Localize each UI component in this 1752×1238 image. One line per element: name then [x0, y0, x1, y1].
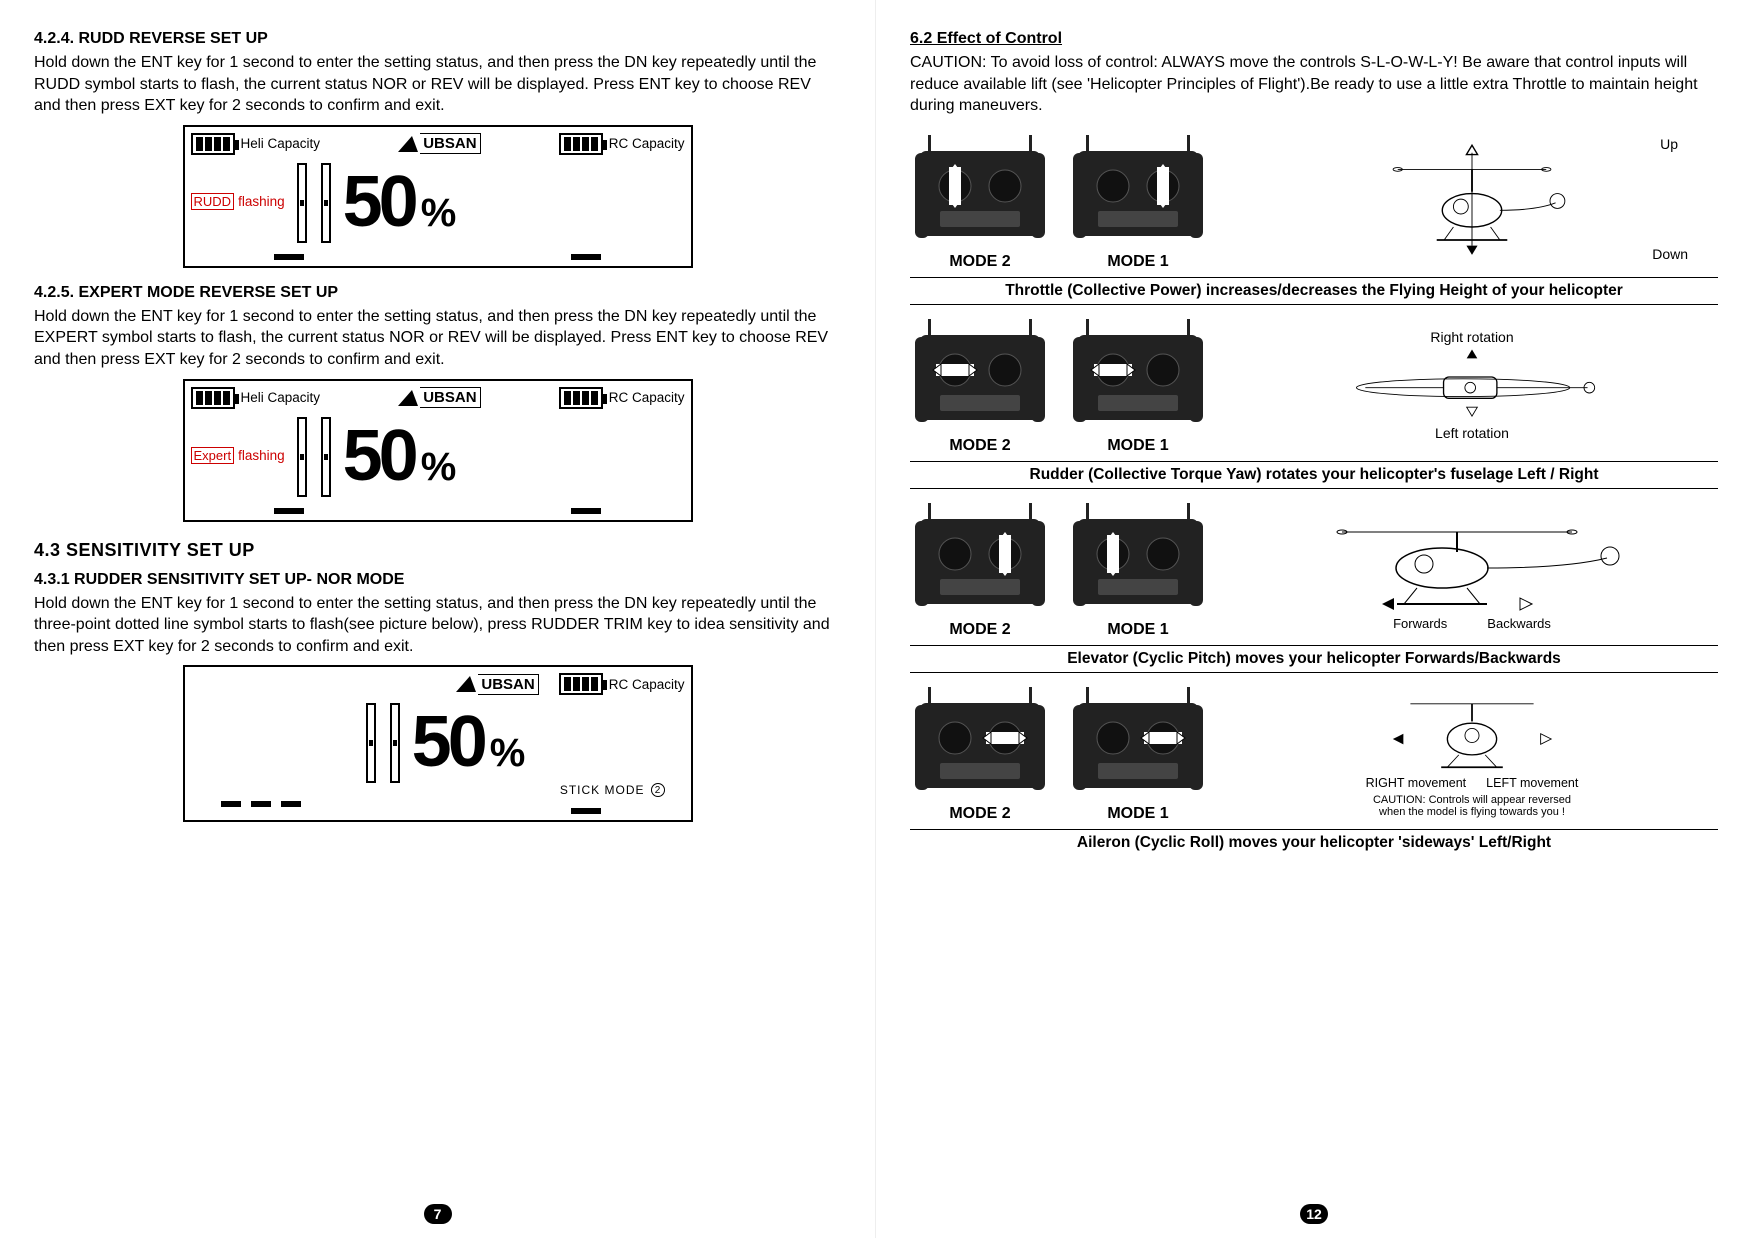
- page-12: 6.2 Effect of Control CAUTION: To avoid …: [876, 0, 1752, 1238]
- lcd-sensitivity: UBSAN RC Capacity 50% STICK MODE 2: [183, 665, 693, 822]
- heli-elevator-diagram: Forwards Backwards: [1226, 506, 1718, 631]
- rudder-block: MODE 2 MODE 1 Right rotation Left: [910, 311, 1718, 489]
- body-424: Hold down the ENT key for 1 second to en…: [34, 52, 841, 117]
- expert-tag: Expert: [191, 447, 235, 464]
- body-431: Hold down the ENT key for 1 second to en…: [34, 593, 841, 658]
- flashing-label: flashing: [238, 194, 285, 209]
- rc-capacity-label: RC Capacity: [609, 390, 685, 405]
- down-label: Down: [1652, 246, 1688, 262]
- right-rotation-label: Right rotation: [1430, 329, 1513, 345]
- stick-indicator: [297, 417, 331, 497]
- heading-424: 4.2.4. RUDD REVERSE SET UP: [34, 30, 841, 48]
- brand-logo: UBSAN: [398, 387, 480, 408]
- rc-capacity-label: RC Capacity: [609, 677, 685, 692]
- heading-425: 4.2.5. EXPERT MODE REVERSE SET UP: [34, 284, 841, 302]
- caution-text: CAUTION: To avoid loss of control: ALWAY…: [910, 52, 1718, 117]
- left-rotation-label: Left rotation: [1435, 425, 1509, 441]
- stick-mode-num: 2: [651, 783, 665, 797]
- up-label: Up: [1660, 136, 1678, 152]
- brand-logo: UBSAN: [398, 133, 480, 154]
- remote-mode2: MODE 2: [910, 683, 1050, 823]
- battery-icon: [559, 133, 603, 155]
- left-movement-label: LEFT movement: [1486, 776, 1578, 790]
- value-display: 50%: [412, 701, 522, 783]
- throttle-caption: Throttle (Collective Power) increases/de…: [910, 277, 1718, 305]
- heading-62: 6.2 Effect of Control: [910, 30, 1718, 48]
- rudd-tag: RUDD: [191, 193, 235, 210]
- aileron-block: MODE 2 MODE 1 RIGHT movement: [910, 679, 1718, 856]
- body-425: Hold down the ENT key for 1 second to en…: [34, 306, 841, 371]
- flashing-label: flashing: [238, 448, 285, 463]
- heli-throttle-diagram: Up Down: [1226, 136, 1718, 266]
- elevator-block: MODE 2 MODE 1: [910, 495, 1718, 673]
- remote-mode2: MODE 2: [910, 315, 1050, 455]
- rudder-caption: Rudder (Collective Torque Yaw) rotates y…: [910, 461, 1718, 489]
- aileron-caption: Aileron (Cyclic Roll) moves your helicop…: [910, 829, 1718, 856]
- remote-mode1: MODE 1: [1068, 131, 1208, 271]
- remote-mode2: MODE 2: [910, 499, 1050, 639]
- elevator-caption: Elevator (Cyclic Pitch) moves your helic…: [910, 645, 1718, 673]
- remote-mode1: MODE 1: [1068, 683, 1208, 823]
- heli-rudder-diagram: Right rotation Left rotation: [1226, 329, 1718, 441]
- forwards-label: Forwards: [1393, 616, 1447, 631]
- page-number: 12: [1300, 1204, 1328, 1224]
- remote-mode1: MODE 1: [1068, 315, 1208, 455]
- stick-indicator: [366, 703, 400, 783]
- lcd-expert: Heli Capacity UBSAN RC Capacity Expert f…: [183, 379, 693, 522]
- heli-aileron-diagram: RIGHT movement LEFT movement CAUTION: Co…: [1226, 688, 1718, 818]
- backwards-label: Backwards: [1487, 616, 1551, 631]
- page-7: 4.2.4. RUDD REVERSE SET UP Hold down the…: [0, 0, 876, 1238]
- rc-capacity-label: RC Capacity: [609, 136, 685, 151]
- value-display: 50%: [343, 415, 453, 497]
- remote-mode1: MODE 1: [1068, 499, 1208, 639]
- brand-logo: UBSAN: [456, 674, 538, 695]
- heading-431: 4.3.1 RUDDER SENSITIVITY SET UP- NOR MOD…: [34, 571, 841, 589]
- battery-icon: [191, 387, 235, 409]
- reversal-caution-1: CAUTION: Controls will appear reversed: [1373, 794, 1571, 806]
- value-display: 50%: [343, 161, 453, 243]
- battery-icon: [559, 387, 603, 409]
- lcd-rudd: Heli Capacity UBSAN RC Capacity RUDD fla…: [183, 125, 693, 268]
- battery-icon: [191, 133, 235, 155]
- remote-mode2: MODE 2: [910, 131, 1050, 271]
- stick-mode-label: STICK MODE: [560, 783, 645, 797]
- heli-capacity-label: Heli Capacity: [241, 136, 321, 151]
- reversal-caution-2: when the model is flying towards you !: [1373, 806, 1571, 818]
- heli-capacity-label: Heli Capacity: [241, 390, 321, 405]
- stick-indicator: [297, 163, 331, 243]
- right-movement-label: RIGHT movement: [1366, 776, 1467, 790]
- page-number: 7: [424, 1204, 452, 1224]
- heading-43: 4.3 SENSITIVITY SET UP: [34, 540, 841, 561]
- throttle-block: MODE 2 MODE 1: [910, 127, 1718, 305]
- battery-icon: [559, 673, 603, 695]
